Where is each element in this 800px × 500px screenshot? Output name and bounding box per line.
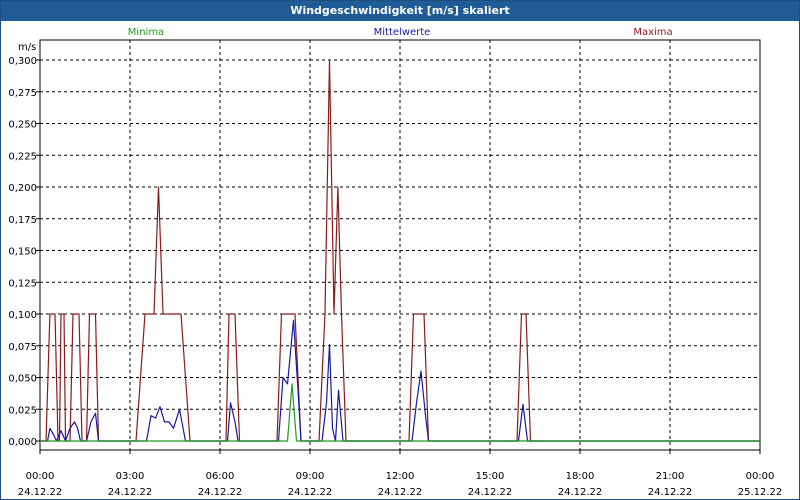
y-tick-label: 0,175: [8, 215, 37, 226]
chart-canvas: 0,000 0,025 0,050 0,075 0,100 0,125 0,150 0,175…: [8, 27, 783, 498]
y-axis-unit-label: m/s: [18, 42, 36, 53]
legend-entry-mittelwerte: Mittelwerte: [374, 27, 431, 38]
x-tick-time-label: 03:00: [116, 471, 145, 482]
x-tick-date-label: 24.12.22: [288, 487, 333, 498]
x-tick-date-label: 24.12.22: [108, 487, 153, 498]
y-tick-label: 0,225: [8, 151, 37, 162]
y-tick-label: 0,300: [8, 56, 37, 67]
x-tick-time-label: 12:00: [386, 471, 415, 482]
y-tick-label: 0,075: [8, 342, 37, 353]
y-tick-label: 0,150: [8, 247, 37, 258]
x-tick-time-label: 21:00: [656, 471, 685, 482]
x-tick-date-label: 24.12.22: [18, 487, 63, 498]
y-tick-label: 0,000: [8, 437, 37, 448]
y-axis-ticks: 0,000 0,025 0,050 0,075 0,100 0,125 0,150 0,175…: [8, 56, 40, 448]
y-tick-label: 0,250: [8, 120, 37, 131]
x-tick-date-label: 24.12.22: [198, 487, 243, 498]
legend-entry-minima: Minima: [128, 27, 164, 38]
y-tick-label: 0,275: [8, 88, 37, 99]
x-tick-time-label: 18:00: [566, 471, 595, 482]
x-tick-date-label: 24.12.22: [378, 487, 423, 498]
x-tick-date-label: 24.12.22: [558, 487, 603, 498]
x-tick-time-label: 00:00: [746, 471, 775, 482]
x-tick-date-label: 24.12.22: [648, 487, 693, 498]
x-tick-date-label: 24.12.22: [468, 487, 513, 498]
x-axis-ticks: 00:00 24.12.22 03:00 24.12.22 06:00 24.12.22 0…: [18, 450, 783, 498]
legend: Maxima Mittelwerte Minima: [128, 27, 673, 38]
y-tick-label: 0,025: [8, 405, 37, 416]
y-tick-label: 0,050: [8, 374, 37, 385]
x-tick-time-label: 00:00: [26, 471, 55, 482]
legend-entry-maxima: Maxima: [633, 27, 672, 38]
y-tick-label: 0,200: [8, 183, 37, 194]
x-tick-time-label: 06:00: [206, 471, 235, 482]
x-tick-time-label: 15:00: [476, 471, 505, 482]
x-tick-time-label: 09:00: [296, 471, 325, 482]
y-tick-label: 0,100: [8, 310, 37, 321]
x-tick-date-label: 25.12.22: [738, 487, 783, 498]
y-tick-label: 0,125: [8, 278, 37, 289]
